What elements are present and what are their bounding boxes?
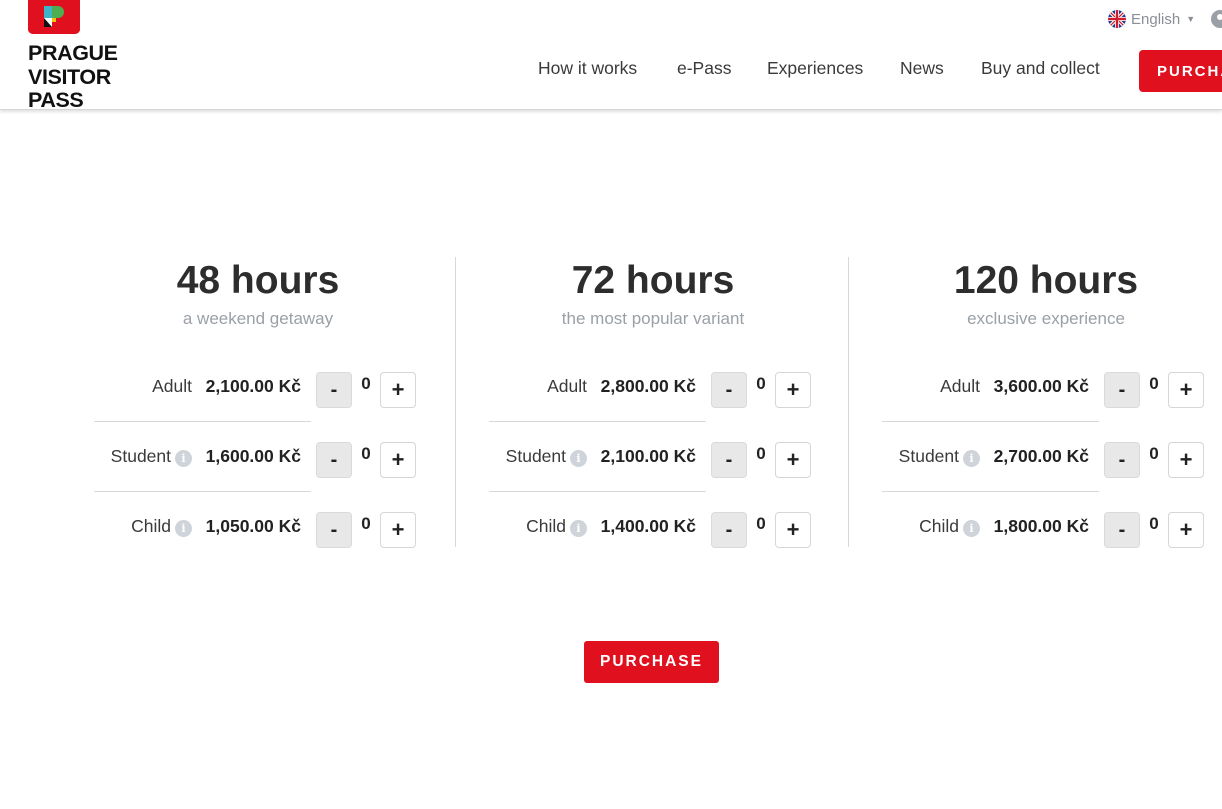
- decrease-button[interactable]: -: [316, 372, 352, 408]
- increase-button[interactable]: +: [380, 372, 416, 408]
- price-row-child: Child i 1,050.00 Kč - 0 +: [94, 492, 434, 562]
- increase-button[interactable]: +: [380, 442, 416, 478]
- ticket-type-text: Child: [131, 516, 171, 536]
- nav-how-it-works[interactable]: How it works: [538, 58, 637, 79]
- ticket-type-text: Student: [505, 446, 566, 466]
- ticket-type-label: Adult: [547, 376, 587, 397]
- price-row-student: Student i 2,700.00 Kč - 0 +: [882, 422, 1222, 492]
- pass-title: 48 hours: [176, 259, 340, 302]
- language-selector[interactable]: English ▼: [1108, 9, 1195, 29]
- decrease-button[interactable]: -: [1104, 372, 1140, 408]
- info-icon[interactable]: i: [570, 519, 587, 537]
- caret-down-icon: ▼: [1186, 14, 1196, 24]
- nav-e-pass[interactable]: e-Pass: [677, 58, 731, 79]
- info-icon[interactable]: i: [570, 449, 587, 467]
- ticket-type-text: Adult: [152, 376, 192, 396]
- info-icon[interactable]: i: [175, 449, 192, 467]
- ticket-type-text: Child: [526, 516, 566, 536]
- nav-news[interactable]: News: [900, 58, 944, 79]
- ticket-type-label: Child i: [919, 516, 980, 537]
- price-row-child: Child i 1,400.00 Kč - 0 +: [489, 492, 829, 562]
- quantity-value: 0: [756, 444, 766, 463]
- ticket-type-label: Child i: [526, 516, 587, 537]
- decrease-button[interactable]: -: [711, 372, 747, 408]
- pass-72-hours: 72 hours the most popular variant Adult …: [455, 257, 849, 548]
- increase-button[interactable]: +: [1168, 442, 1204, 478]
- ticket-type-text: Adult: [940, 376, 980, 396]
- info-icon[interactable]: i: [963, 519, 980, 537]
- uk-flag-icon: [1108, 10, 1126, 28]
- pass-title: 72 hours: [571, 259, 735, 302]
- decrease-button[interactable]: -: [1104, 512, 1140, 548]
- increase-button[interactable]: +: [775, 442, 811, 478]
- ticket-price: 2,100.00 Kč: [600, 446, 696, 466]
- price-row-adult: Adult 2,100.00 Kč - 0 +: [94, 352, 434, 422]
- pass-subtitle: exclusive experience: [967, 309, 1125, 328]
- quantity-value: 0: [361, 374, 371, 393]
- quantity-value: 0: [361, 514, 371, 533]
- info-icon[interactable]: i: [175, 519, 192, 537]
- logo-line-1: PRAGUE: [28, 41, 118, 65]
- logo-wordmark: PRAGUE VISITOR PASS: [28, 41, 118, 113]
- ticket-type-label: Student i: [899, 446, 980, 467]
- ticket-price: 2,800.00 Kč: [600, 376, 696, 396]
- decrease-button[interactable]: -: [316, 512, 352, 548]
- header-purchase-button[interactable]: PURCHASE: [1139, 50, 1222, 92]
- ticket-price: 1,050.00 Kč: [205, 516, 301, 536]
- ticket-type-text: Student: [110, 446, 171, 466]
- decrease-button[interactable]: -: [1104, 442, 1140, 478]
- ticket-price: 2,700.00 Kč: [993, 446, 1089, 466]
- price-row-student: Student i 1,600.00 Kč - 0 +: [94, 422, 434, 492]
- ticket-type-label: Student i: [506, 446, 587, 467]
- increase-button[interactable]: +: [775, 372, 811, 408]
- increase-button[interactable]: +: [1168, 372, 1204, 408]
- ticket-type-text: Adult: [547, 376, 587, 396]
- quantity-value: 0: [756, 374, 766, 393]
- quantity-value: 0: [361, 444, 371, 463]
- decrease-button[interactable]: -: [711, 442, 747, 478]
- nav-experiences[interactable]: Experiences: [767, 58, 863, 79]
- quantity-value: 0: [1149, 374, 1159, 393]
- ticket-price: 1,400.00 Kč: [600, 516, 696, 536]
- ticket-type-label: Adult: [152, 376, 192, 397]
- nav-buy-and-collect[interactable]: Buy and collect: [981, 58, 1100, 79]
- quantity-value: 0: [1149, 444, 1159, 463]
- ticket-price: 1,800.00 Kč: [993, 516, 1089, 536]
- ticket-type-label: Adult: [940, 376, 980, 397]
- increase-button[interactable]: +: [1168, 512, 1204, 548]
- decrease-button[interactable]: -: [316, 442, 352, 478]
- price-row-student: Student i 2,100.00 Kč - 0 +: [489, 422, 829, 492]
- price-row-child: Child i 1,800.00 Kč - 0 +: [882, 492, 1222, 562]
- pass-subtitle: the most popular variant: [561, 309, 745, 328]
- user-icon[interactable]: [1210, 10, 1222, 28]
- quantity-value: 0: [756, 514, 766, 533]
- increase-button[interactable]: +: [380, 512, 416, 548]
- ticket-price: 1,600.00 Kč: [205, 446, 301, 466]
- info-icon[interactable]: i: [963, 449, 980, 467]
- language-label: English: [1131, 10, 1181, 28]
- logo-mark-icon: [28, 0, 80, 34]
- quantity-value: 0: [1149, 514, 1159, 533]
- logo-line-2: VISITOR: [28, 64, 111, 89]
- purchase-button[interactable]: PURCHASE: [584, 641, 719, 683]
- increase-button[interactable]: +: [775, 512, 811, 548]
- ticket-type-text: Child: [919, 516, 959, 536]
- pass-subtitle: a weekend getaway: [182, 309, 334, 328]
- price-row-adult: Adult 3,600.00 Kč - 0 +: [882, 352, 1222, 422]
- pass-48-hours: 48 hours a weekend getaway Adult 2,100.0…: [61, 257, 455, 548]
- ticket-type-label: Child i: [131, 516, 192, 537]
- price-row-adult: Adult 2,800.00 Kč - 0 +: [489, 352, 829, 422]
- pass-120-hours: 120 hours exclusive experience Adult 3,6…: [848, 257, 1222, 548]
- ticket-type-label: Student i: [111, 446, 192, 467]
- ticket-type-text: Student: [898, 446, 959, 466]
- pass-title: 120 hours: [953, 259, 1139, 302]
- prague-visitor-pass-logo[interactable]: PRAGUE VISITOR PASS: [28, 0, 158, 112]
- ticket-price: 2,100.00 Kč: [205, 376, 301, 396]
- decrease-button[interactable]: -: [711, 512, 747, 548]
- ticket-price: 3,600.00 Kč: [993, 376, 1089, 396]
- logo-line-3: PASS: [28, 88, 84, 112]
- site-header: PRAGUE VISITOR PASS English ▼ How it wor…: [0, 0, 1222, 112]
